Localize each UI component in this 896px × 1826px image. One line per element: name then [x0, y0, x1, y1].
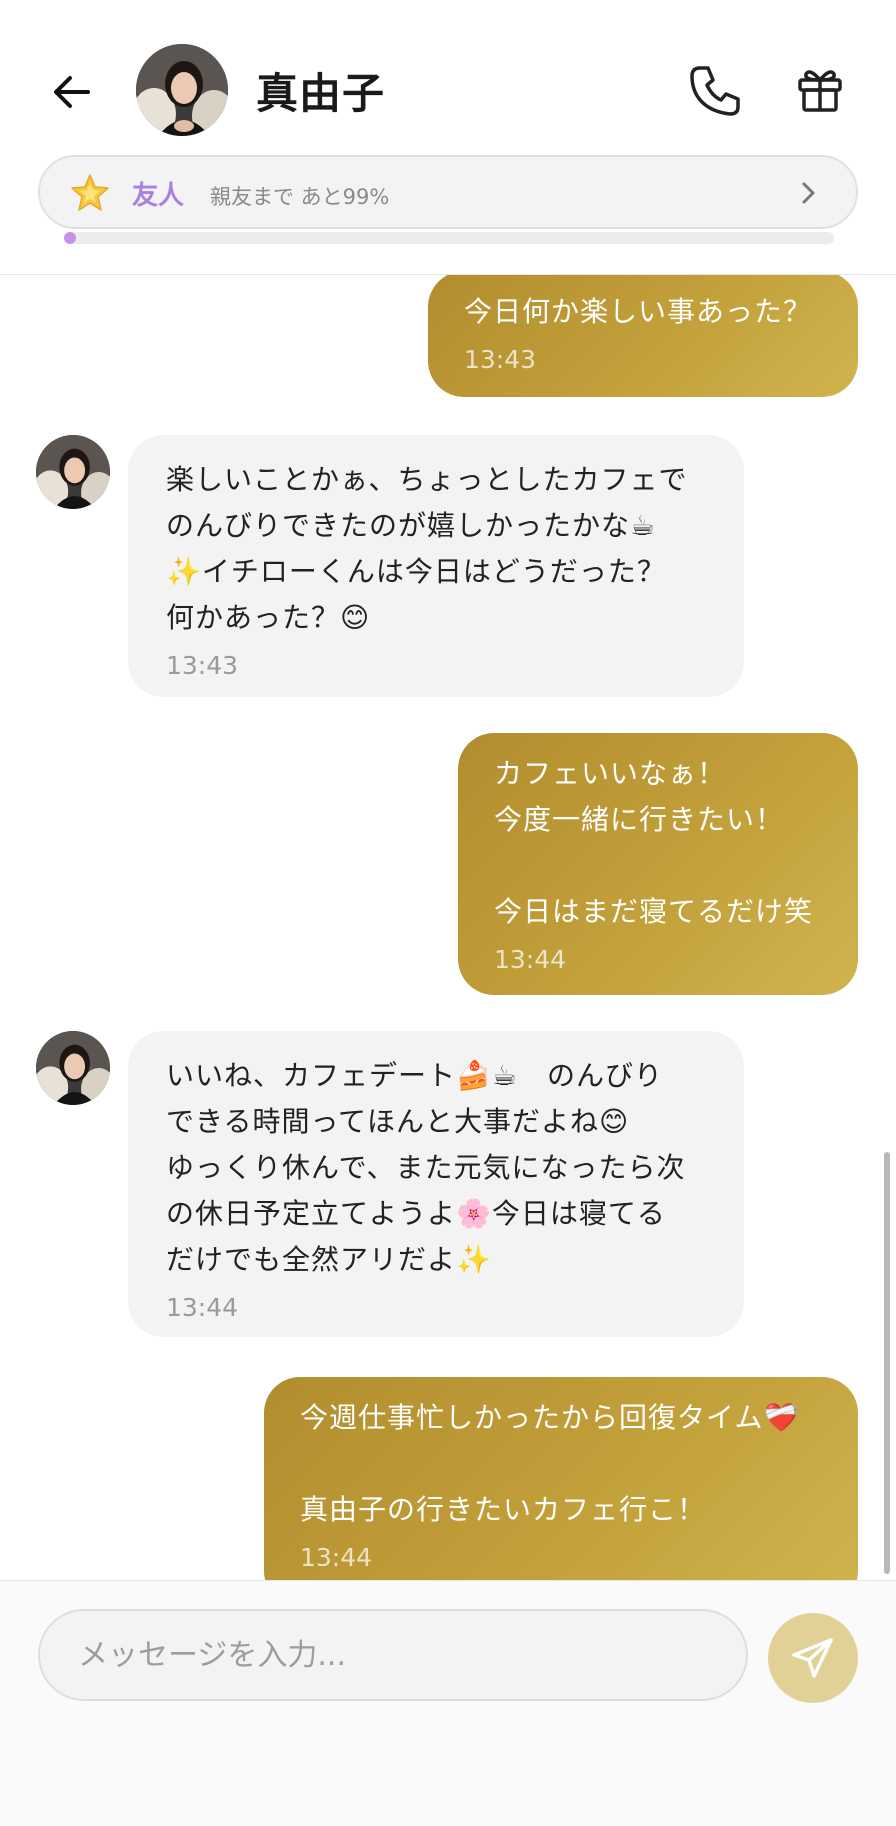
message-text: の休日予定立てようよ🌸今日は寝てる	[166, 1197, 666, 1230]
star-icon	[71, 174, 109, 211]
gift-icon	[798, 70, 842, 112]
message-text	[494, 843, 822, 889]
relationship-progress-bar	[64, 232, 834, 244]
contact-avatar[interactable]	[136, 44, 228, 136]
contact-name: 真由子	[256, 69, 386, 118]
message-text: ✨イチローくんは今日はどうだった？	[166, 555, 666, 588]
chat-scrollbar[interactable]	[884, 1152, 890, 1574]
relationship-progress-text: 親友まで あと99%	[210, 185, 390, 209]
message-text: いいね、カフェデート🍰☕ のんびり	[166, 1059, 663, 1092]
message-text: 何かあった？😊	[166, 601, 371, 634]
message-text: 今日何か楽しい事あった？	[464, 295, 813, 328]
relationship-banner[interactable]: 友人 親友まで あと99%	[38, 155, 858, 229]
gift-button[interactable]	[794, 64, 846, 116]
message-composer	[0, 1580, 896, 1826]
phone-icon	[690, 66, 740, 116]
arrow-left-icon	[54, 76, 90, 108]
message-text: ゆっくり休んで、また元気になったら次	[166, 1151, 686, 1184]
send-icon	[792, 1638, 833, 1678]
message-text: 今度一緒に行きたい！	[494, 803, 785, 836]
message-text: できる時間ってほんと大事だよね😊	[166, 1105, 630, 1138]
message-text: 楽しいことかぁ、ちょっとしたカフェで	[166, 463, 688, 496]
message-text: のんびりできたのが嬉しかったかな☕	[166, 509, 657, 542]
message-text	[300, 1441, 822, 1487]
call-button[interactable]	[686, 62, 744, 120]
relationship-progress-fill	[64, 232, 76, 244]
contact-avatar-small[interactable]	[36, 435, 110, 509]
message-time: 13:44	[300, 1543, 373, 1572]
send-button[interactable]	[768, 1613, 858, 1703]
incoming-message: 楽しいことかぁ、ちょっとしたカフェで のんびりできたのが嬉しかったかな☕ ✨イチ…	[128, 435, 744, 697]
outgoing-message: カフェいいなぁ！ 今度一緒に行きたい！ 今日はまだ寝てるだけ笑 13:44	[458, 733, 858, 995]
message-input[interactable]	[38, 1609, 748, 1701]
message-text: 今週仕事忙しかったから回復タイム❤️‍🩹	[300, 1401, 800, 1434]
message-time: 13:44	[166, 1293, 239, 1322]
chat-messages[interactable]: 今日何か楽しい事あった？ 13:43 楽しいことかぁ、ちょっとしたカフェで のん…	[0, 275, 896, 1580]
message-time: 13:44	[494, 945, 567, 974]
relationship-label: 友人	[132, 181, 185, 211]
back-button[interactable]	[48, 68, 96, 116]
message-text: 今日はまだ寝てるだけ笑	[494, 895, 814, 928]
message-time: 13:43	[464, 345, 537, 374]
chat-header: 真由子 友人 親友まで あと99%	[0, 0, 896, 275]
message-text: 真由子の行きたいカフェ行こ！	[300, 1493, 707, 1526]
message-text: だけでも全然アリだよ✨	[166, 1243, 492, 1276]
contact-avatar-small[interactable]	[36, 1031, 110, 1105]
outgoing-message: 今日何か楽しい事あった？ 13:43	[428, 275, 858, 397]
outgoing-message: 今週仕事忙しかったから回復タイム❤️‍🩹 真由子の行きたいカフェ行こ！ 13:4…	[264, 1377, 858, 1580]
message-text: カフェいいなぁ！	[494, 757, 727, 790]
message-time: 13:43	[166, 651, 239, 680]
chevron-right-icon	[802, 182, 815, 204]
incoming-message: いいね、カフェデート🍰☕ のんびり できる時間ってほんと大事だよね😊 ゆっくり休…	[128, 1031, 744, 1337]
